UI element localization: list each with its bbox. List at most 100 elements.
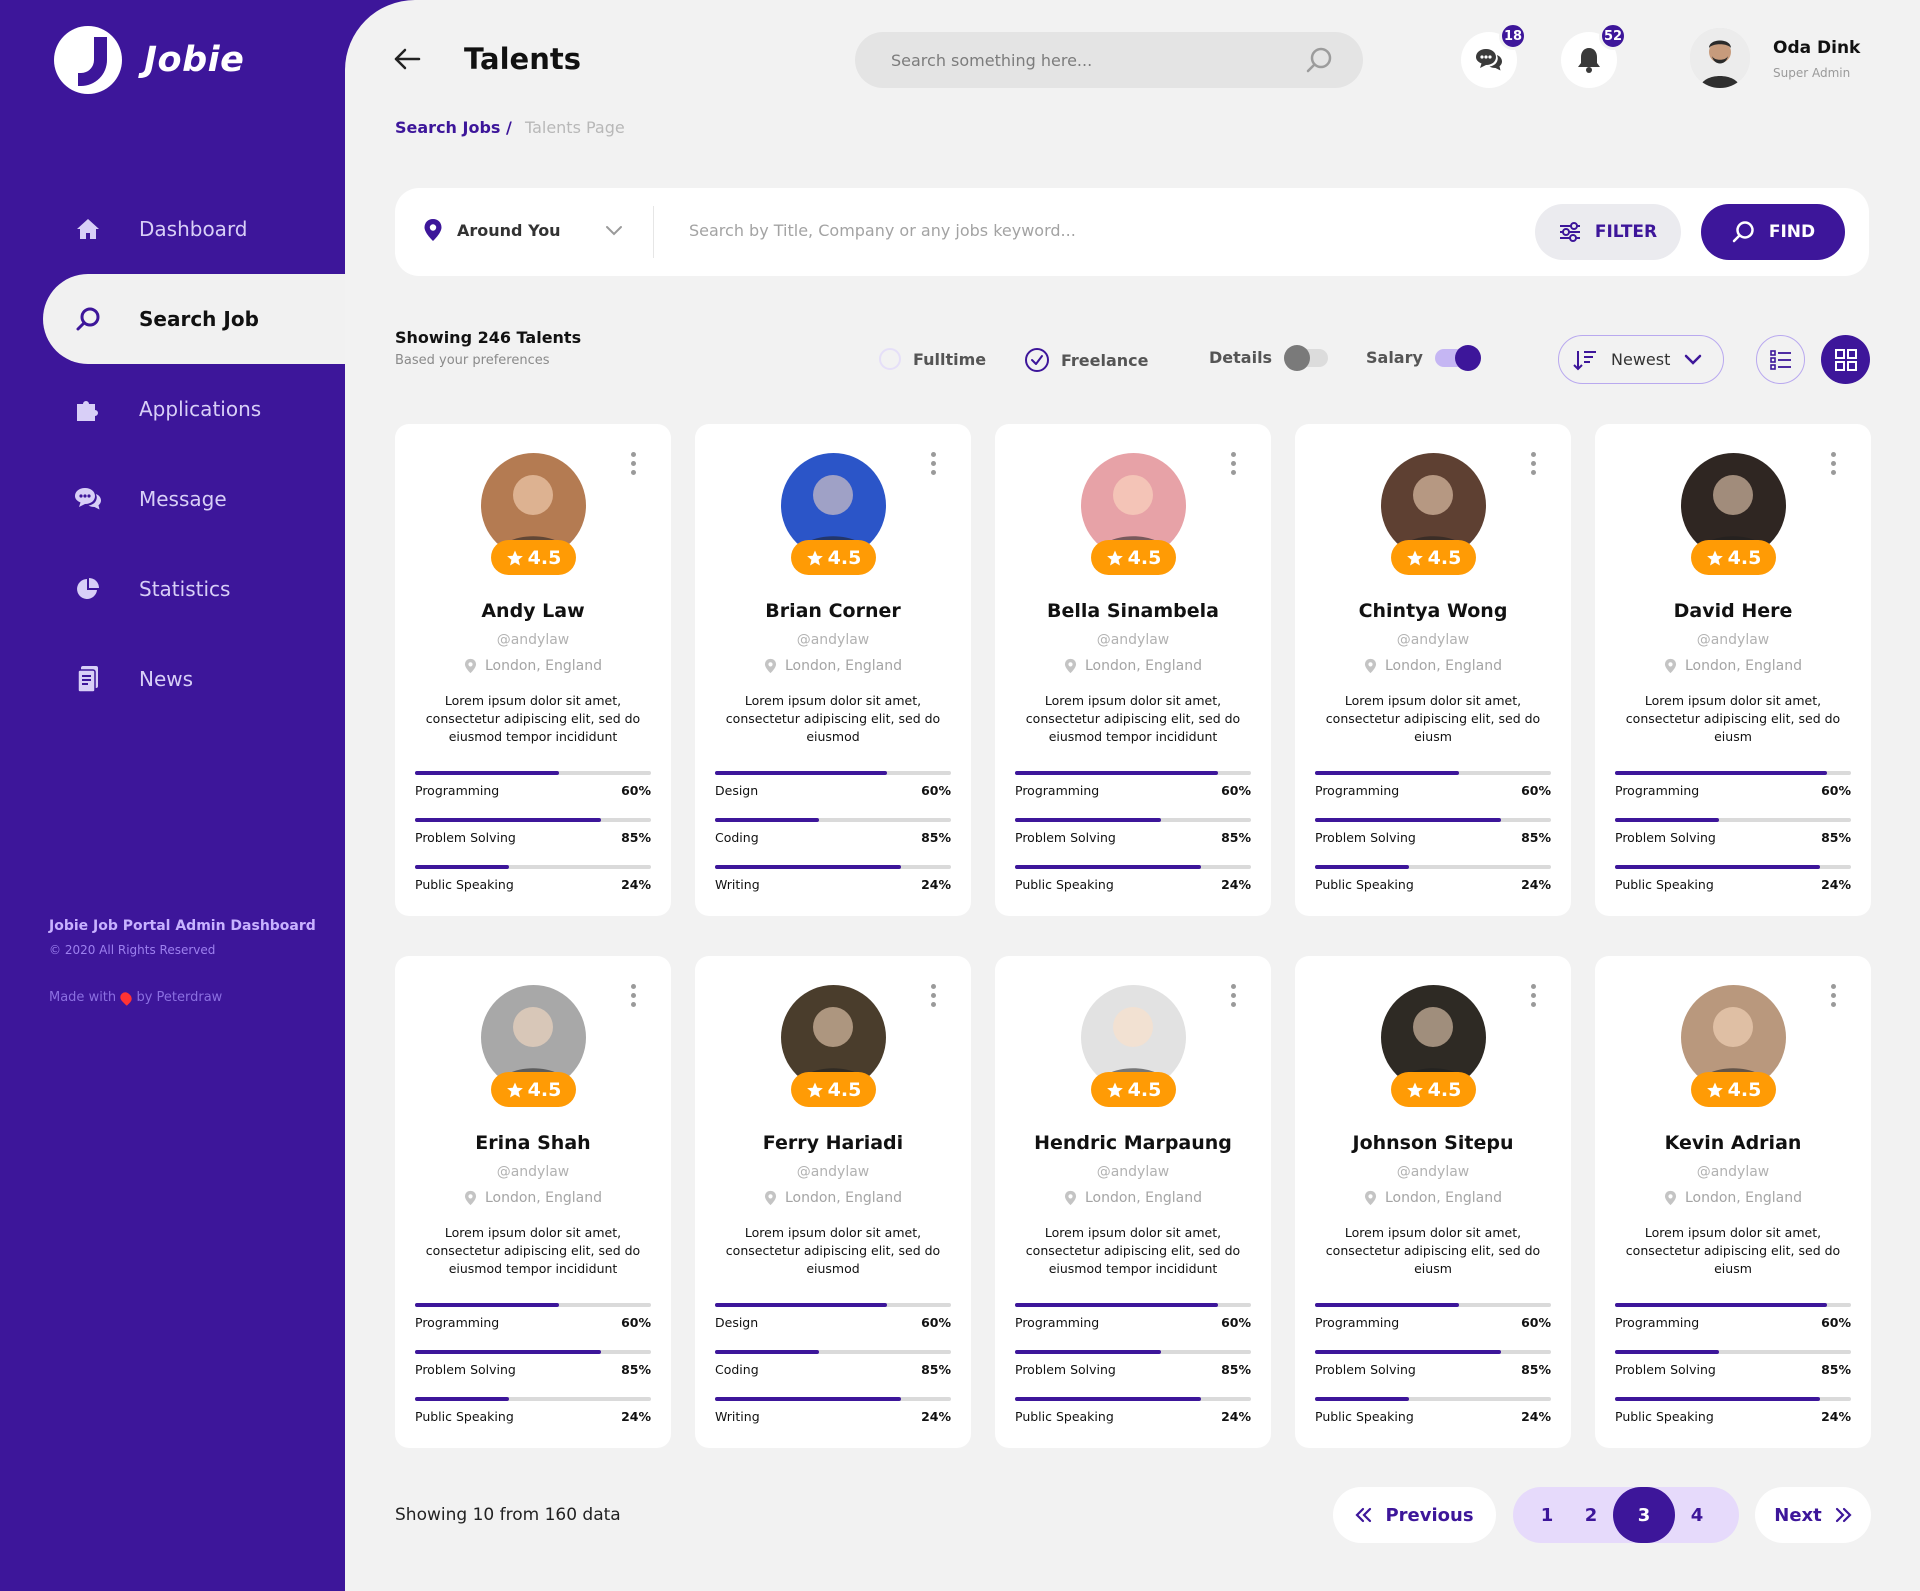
talent-card[interactable]: 4.5 Kevin Adrian @andylaw London, Englan… bbox=[1595, 956, 1871, 1448]
skill-track bbox=[1615, 818, 1851, 822]
talent-location: London, England bbox=[1295, 658, 1571, 674]
page-4[interactable]: 4 bbox=[1675, 1505, 1719, 1526]
freelance-radio[interactable]: Freelance bbox=[1025, 348, 1149, 372]
fulltime-radio[interactable]: Fulltime bbox=[879, 348, 986, 370]
more-options-icon[interactable] bbox=[931, 984, 936, 1007]
talent-location: London, England bbox=[1595, 658, 1871, 674]
talent-handle: @andylaw bbox=[1696, 632, 1770, 648]
details-toggle[interactable]: Details bbox=[1209, 344, 1329, 371]
sidebar-item-search-job[interactable]: Search Job bbox=[43, 274, 345, 364]
more-options-icon[interactable] bbox=[1231, 452, 1236, 475]
notifications-button[interactable]: 52 bbox=[1561, 22, 1627, 88]
skill-fill bbox=[415, 1350, 602, 1354]
sort-select[interactable]: Newest bbox=[1558, 335, 1724, 384]
more-options-icon[interactable] bbox=[1531, 984, 1536, 1007]
logo[interactable]: Jobie bbox=[54, 26, 244, 94]
previous-button[interactable]: Previous bbox=[1333, 1487, 1496, 1543]
more-options-icon[interactable] bbox=[631, 984, 636, 1007]
talent-card[interactable]: 4.5 Hendric Marpaung @andylaw London, En… bbox=[995, 956, 1271, 1448]
talent-name[interactable]: Andy Law bbox=[395, 600, 671, 622]
skill-value: 24% bbox=[921, 1409, 951, 1424]
talent-grid: 4.5 Andy Law @andylaw London, England Lo… bbox=[395, 424, 1871, 1448]
salary-toggle[interactable]: Salary bbox=[1366, 344, 1481, 371]
talent-name[interactable]: Johnson Sitepu bbox=[1295, 1132, 1571, 1154]
find-label: FIND bbox=[1768, 222, 1816, 242]
talent-handle: @andylaw bbox=[1396, 1164, 1470, 1180]
skill-label: Design bbox=[715, 783, 759, 798]
skill-value: 85% bbox=[1221, 1362, 1251, 1377]
search-input[interactable]: Search something here... bbox=[855, 32, 1363, 88]
page-2[interactable]: 2 bbox=[1569, 1505, 1613, 1526]
talent-handle: @andylaw bbox=[796, 1164, 870, 1180]
skill-label: Public Speaking bbox=[1615, 1409, 1714, 1424]
talent-name[interactable]: David Here bbox=[1595, 600, 1871, 622]
grid-view-button[interactable] bbox=[1821, 335, 1870, 384]
more-options-icon[interactable] bbox=[1531, 452, 1536, 475]
skill-track bbox=[1615, 1397, 1851, 1401]
filter-button[interactable]: FILTER bbox=[1535, 204, 1681, 260]
sidebar-item-news[interactable]: News bbox=[43, 634, 345, 724]
document-icon bbox=[73, 664, 103, 694]
talent-card[interactable]: 4.5 Chintya Wong @andylaw London, Englan… bbox=[1295, 424, 1571, 916]
rating-badge: 4.5 bbox=[791, 1072, 876, 1107]
star-icon bbox=[806, 1082, 823, 1097]
heart-icon bbox=[118, 989, 135, 1006]
next-button[interactable]: Next bbox=[1755, 1487, 1871, 1543]
sidebar-item-applications[interactable]: Applications bbox=[43, 364, 345, 454]
list-view-button[interactable] bbox=[1756, 335, 1805, 384]
search-icon[interactable] bbox=[1305, 46, 1333, 78]
talent-name[interactable]: Kevin Adrian bbox=[1595, 1132, 1871, 1154]
talent-name[interactable]: Chintya Wong bbox=[1295, 600, 1571, 622]
skill-row: Programming 60% bbox=[415, 1303, 651, 1330]
skill-track bbox=[1615, 1303, 1851, 1307]
more-options-icon[interactable] bbox=[631, 452, 636, 475]
talent-name[interactable]: Ferry Hariadi bbox=[695, 1132, 971, 1154]
skill-fill bbox=[1315, 771, 1459, 775]
skill-fill bbox=[1315, 818, 1502, 822]
skill-label: Programming bbox=[415, 1315, 500, 1330]
keyword-input[interactable]: Search by Title, Company or any jobs key… bbox=[689, 221, 1076, 240]
talent-name[interactable]: Bella Sinambela bbox=[995, 600, 1271, 622]
talent-name[interactable]: Brian Corner bbox=[695, 600, 971, 622]
rating-value: 4.5 bbox=[827, 546, 862, 569]
talent-card[interactable]: 4.5 Bella Sinambela @andylaw London, Eng… bbox=[995, 424, 1271, 916]
sidebar-item-dashboard[interactable]: Dashboard bbox=[43, 184, 345, 274]
breadcrumb-parent[interactable]: Search Jobs / bbox=[395, 118, 512, 137]
talent-card[interactable]: 4.5 Erina Shah @andylaw London, England … bbox=[395, 956, 671, 1448]
more-options-icon[interactable] bbox=[1831, 984, 1836, 1007]
talent-location: London, England bbox=[695, 658, 971, 674]
skill-value: 60% bbox=[1521, 1315, 1551, 1330]
more-options-icon[interactable] bbox=[1831, 452, 1836, 475]
skill-fill bbox=[1615, 1397, 1821, 1401]
talent-card[interactable]: 4.5 Johnson Sitepu @andylaw London, Engl… bbox=[1295, 956, 1571, 1448]
talent-handle: @andylaw bbox=[496, 1164, 570, 1180]
find-button[interactable]: FIND bbox=[1701, 204, 1845, 260]
user-avatar[interactable] bbox=[1690, 28, 1750, 88]
rating-value: 4.5 bbox=[527, 1078, 562, 1101]
page-1[interactable]: 1 bbox=[1525, 1505, 1569, 1526]
divider bbox=[653, 206, 654, 258]
sidebar-item-message[interactable]: Message bbox=[43, 454, 345, 544]
location-select[interactable]: Around You bbox=[423, 218, 622, 242]
talent-description: Lorem ipsum dolor sit amet, consectetur … bbox=[1025, 693, 1241, 744]
messages-button[interactable]: 18 bbox=[1461, 22, 1527, 88]
skill-value: 60% bbox=[1221, 1315, 1251, 1330]
back-arrow-icon[interactable] bbox=[393, 44, 421, 74]
skill-track bbox=[1015, 1397, 1251, 1401]
skill-track bbox=[1015, 1350, 1251, 1354]
talent-name[interactable]: Erina Shah bbox=[395, 1132, 671, 1154]
user-role: Super Admin bbox=[1773, 66, 1851, 80]
talent-card[interactable]: 4.5 Brian Corner @andylaw London, Englan… bbox=[695, 424, 971, 916]
more-options-icon[interactable] bbox=[1231, 984, 1236, 1007]
freelance-label: Freelance bbox=[1061, 350, 1149, 370]
page-3-current[interactable]: 3 bbox=[1613, 1487, 1675, 1543]
talent-card[interactable]: 4.5 Ferry Hariadi @andylaw London, Engla… bbox=[695, 956, 971, 1448]
talent-card[interactable]: 4.5 David Here @andylaw London, England … bbox=[1595, 424, 1871, 916]
skill-label: Problem Solving bbox=[1015, 830, 1116, 845]
location-text: London, England bbox=[1384, 1190, 1503, 1206]
talent-card[interactable]: 4.5 Andy Law @andylaw London, England Lo… bbox=[395, 424, 671, 916]
more-options-icon[interactable] bbox=[931, 452, 936, 475]
talent-name[interactable]: Hendric Marpaung bbox=[995, 1132, 1271, 1154]
sidebar-item-statistics[interactable]: Statistics bbox=[43, 544, 345, 634]
topbar: Talents Search something here... 18 52 O… bbox=[345, 0, 1920, 115]
